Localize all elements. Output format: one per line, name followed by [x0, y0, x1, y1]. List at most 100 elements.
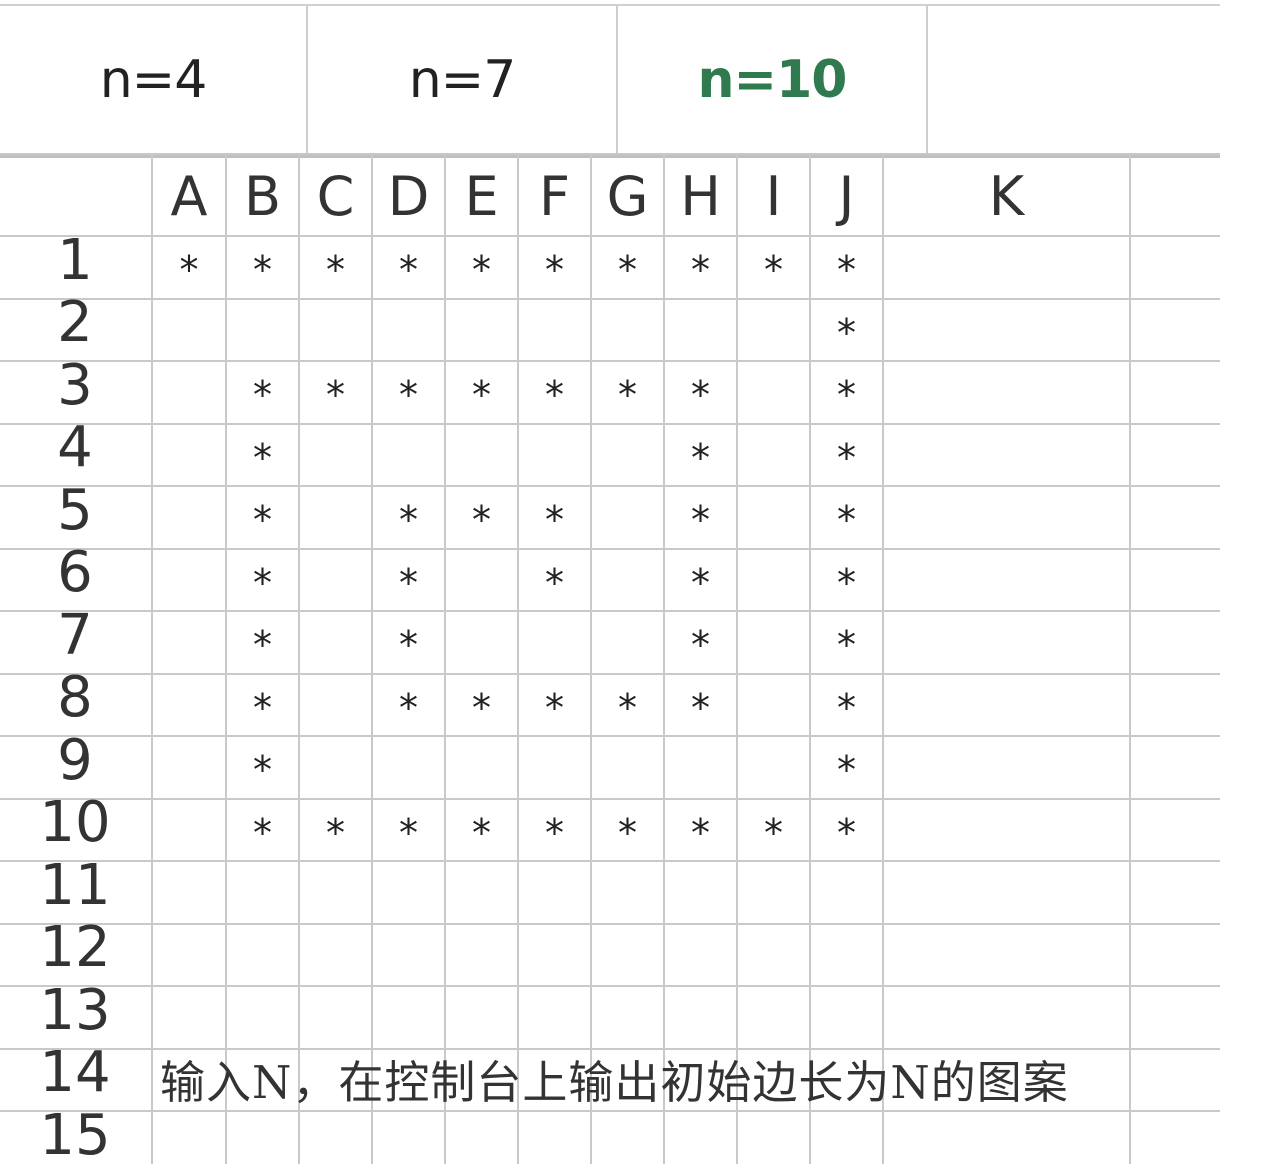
cell-j1[interactable]: * — [810, 239, 883, 302]
column-header-k[interactable]: K — [883, 160, 1130, 232]
grid-hline — [0, 922, 1220, 925]
cell-f8[interactable]: * — [518, 677, 591, 740]
cell-b6[interactable]: * — [226, 552, 299, 615]
cell-j3[interactable]: * — [810, 364, 883, 427]
row-header-2[interactable]: 2 — [0, 290, 150, 355]
row-header-6[interactable]: 6 — [0, 540, 150, 605]
cell-j9[interactable]: * — [810, 739, 883, 802]
column-header-j[interactable]: J — [810, 160, 883, 232]
cell-d6[interactable]: * — [372, 552, 445, 615]
cell-e5[interactable]: * — [445, 489, 518, 552]
sheet-tab-n-4[interactable]: n=4 — [0, 6, 308, 153]
cell-c1[interactable]: * — [299, 239, 372, 302]
cell-d8[interactable]: * — [372, 677, 445, 740]
cell-j6[interactable]: * — [810, 552, 883, 615]
cell-b8[interactable]: * — [226, 677, 299, 740]
cell-b5[interactable]: * — [226, 489, 299, 552]
grid-hline — [0, 360, 1220, 362]
grid-vline — [1129, 155, 1131, 1164]
sheet-tab-bar: n=4 n=7 n=10 — [0, 4, 1220, 156]
row-header-7[interactable]: 7 — [0, 603, 150, 668]
cell-h8[interactable]: * — [664, 677, 737, 740]
spreadsheet-grid: A B C D E F G H I J K 1 * * * * * * * * * * 2 * 3 * * * * * * * * 4 * * * 5 * *… — [0, 155, 1220, 1168]
cell-b7[interactable]: * — [226, 614, 299, 677]
cell-i1[interactable]: * — [737, 239, 810, 302]
grid-hline — [0, 1047, 1220, 1050]
cell-b10[interactable]: * — [226, 802, 299, 865]
column-header-b[interactable]: B — [226, 160, 299, 232]
row-header-11[interactable]: 11 — [0, 853, 150, 918]
row-header-4[interactable]: 4 — [0, 415, 150, 480]
cell-j4[interactable]: * — [810, 427, 883, 490]
cell-g10[interactable]: * — [591, 802, 664, 865]
column-header-e[interactable]: E — [445, 160, 518, 232]
cell-f6[interactable]: * — [518, 552, 591, 615]
cell-h5[interactable]: * — [664, 489, 737, 552]
row-header-10[interactable]: 10 — [0, 790, 150, 855]
cell-e3[interactable]: * — [445, 364, 518, 427]
cell-g8[interactable]: * — [591, 677, 664, 740]
row-header-3[interactable]: 3 — [0, 353, 150, 418]
column-header-h[interactable]: H — [664, 160, 737, 232]
sheet-tab-n-7[interactable]: n=7 — [308, 6, 618, 153]
cell-f3[interactable]: * — [518, 364, 591, 427]
grid-hline — [0, 610, 1220, 612]
cell-d1[interactable]: * — [372, 239, 445, 302]
cell-j10[interactable]: * — [810, 802, 883, 865]
column-header-d[interactable]: D — [372, 160, 445, 232]
column-header-f[interactable]: F — [518, 160, 591, 232]
grid-vline — [590, 155, 592, 1164]
cell-h3[interactable]: * — [664, 364, 737, 427]
row-header-1[interactable]: 1 — [0, 228, 150, 293]
row-header-14[interactable]: 14 — [0, 1040, 150, 1105]
cell-b3[interactable]: * — [226, 364, 299, 427]
row-header-9[interactable]: 9 — [0, 728, 150, 793]
cell-g3[interactable]: * — [591, 364, 664, 427]
row-header-12[interactable]: 12 — [0, 915, 150, 980]
cell-g1[interactable]: * — [591, 239, 664, 302]
cell-e1[interactable]: * — [445, 239, 518, 302]
cell-h4[interactable]: * — [664, 427, 737, 490]
row-header-8[interactable]: 8 — [0, 665, 150, 730]
cell-e10[interactable]: * — [445, 802, 518, 865]
column-header-g[interactable]: G — [591, 160, 664, 232]
cell-a1[interactable]: * — [152, 239, 226, 302]
cell-h6[interactable]: * — [664, 552, 737, 615]
column-header-c[interactable]: C — [299, 160, 372, 232]
grid-hline — [0, 235, 1220, 237]
grid-hline — [0, 672, 1220, 675]
grid-vline — [151, 155, 153, 1164]
row-header-15[interactable]: 15 — [0, 1103, 150, 1168]
cell-j5[interactable]: * — [810, 489, 883, 552]
cell-d3[interactable]: * — [372, 364, 445, 427]
cell-b1[interactable]: * — [226, 239, 299, 302]
cell-i10[interactable]: * — [737, 802, 810, 865]
cell-c3[interactable]: * — [299, 364, 372, 427]
column-header-a[interactable]: A — [152, 160, 226, 232]
cell-f1[interactable]: * — [518, 239, 591, 302]
cell-f10[interactable]: * — [518, 802, 591, 865]
cell-f5[interactable]: * — [518, 489, 591, 552]
grid-hline — [0, 797, 1220, 800]
cell-h1[interactable]: * — [664, 239, 737, 302]
cell-e8[interactable]: * — [445, 677, 518, 740]
cell-h7[interactable]: * — [664, 614, 737, 677]
cell-a14-note[interactable]: 输入N，在控制台上输出初始边长为N的图案 — [160, 1052, 1069, 1115]
cell-h10[interactable]: * — [664, 802, 737, 865]
grid-vline — [517, 155, 519, 1164]
sheet-tab-n-10[interactable]: n=10 — [618, 6, 928, 153]
cell-b9[interactable]: * — [226, 739, 299, 802]
cell-j8[interactable]: * — [810, 677, 883, 740]
cell-j7[interactable]: * — [810, 614, 883, 677]
cell-b4[interactable]: * — [226, 427, 299, 490]
cell-c10[interactable]: * — [299, 802, 372, 865]
cell-d7[interactable]: * — [372, 614, 445, 677]
sheet-tab-empty[interactable] — [928, 6, 1220, 153]
cell-j2[interactable]: * — [810, 302, 883, 365]
row-header-13[interactable]: 13 — [0, 978, 150, 1043]
cell-d10[interactable]: * — [372, 802, 445, 865]
grid-hline — [0, 547, 1220, 550]
column-header-i[interactable]: I — [737, 160, 810, 232]
row-header-5[interactable]: 5 — [0, 478, 150, 543]
cell-d5[interactable]: * — [372, 489, 445, 552]
